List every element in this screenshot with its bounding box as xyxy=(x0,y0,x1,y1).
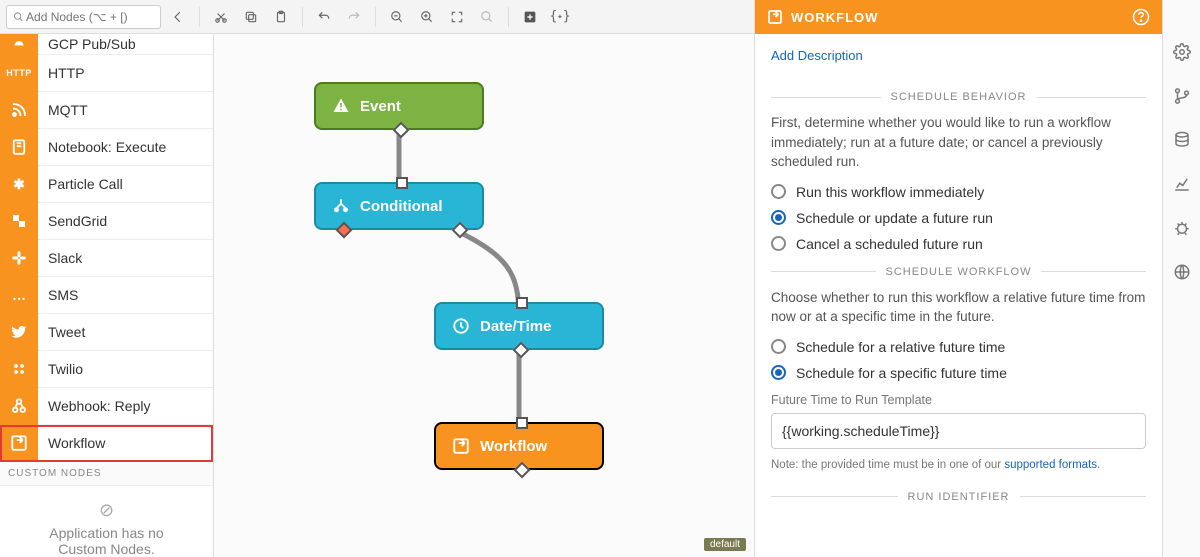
add-description-link[interactable]: Add Description xyxy=(771,48,863,63)
palette-item-label: Workflow xyxy=(38,435,105,451)
schedule-desc: Choose whether to run this workflow a re… xyxy=(771,288,1146,327)
workflow-icon xyxy=(452,437,470,455)
palette-item-label: Particle Call xyxy=(38,176,123,192)
behavior-desc: First, determine whether you would like … xyxy=(771,113,1146,172)
cut-button[interactable] xyxy=(208,4,234,30)
radio-cancel-scheduled[interactable]: Cancel a scheduled future run xyxy=(771,236,1146,252)
redo-button[interactable] xyxy=(341,4,367,30)
palette-item-notebook-execute[interactable]: Notebook: Execute xyxy=(0,129,213,166)
code-braces-button[interactable]: {✦} xyxy=(547,4,573,30)
palette-item-http[interactable]: HTTPHTTP xyxy=(0,55,213,92)
custom-nodes-header: CUSTOM NODES xyxy=(0,462,213,486)
time-format-note: Note: the provided time must be in one o… xyxy=(771,459,1146,471)
slack-icon xyxy=(0,240,38,277)
custom-nodes-empty: ⊘ Application has no Custom Nodes. xyxy=(0,486,213,557)
palette-item-slack[interactable]: Slack xyxy=(0,240,213,277)
node-label: Conditional xyxy=(360,198,443,215)
workflow-icon xyxy=(767,9,783,25)
palette-item-label: Notebook: Execute xyxy=(38,139,166,155)
inspector-panel: WORKFLOW Add Description SCHEDULE BEHAVI… xyxy=(754,0,1162,557)
palette-item-sendgrid[interactable]: SendGrid xyxy=(0,203,213,240)
palette-item-webhook-reply[interactable]: Webhook: Reply xyxy=(0,388,213,425)
branch-icon[interactable] xyxy=(1172,86,1192,106)
particle-icon: ✱ xyxy=(0,166,38,203)
empty-text-2: Custom Nodes. xyxy=(20,541,193,557)
palette-item-label: Webhook: Reply xyxy=(38,398,150,414)
copy-button[interactable] xyxy=(238,4,264,30)
branch-icon xyxy=(332,197,350,215)
palette-item-label: SMS xyxy=(38,287,78,303)
add-nodes-input[interactable] xyxy=(24,9,154,25)
future-time-input[interactable] xyxy=(771,413,1146,449)
palette-item-sms[interactable]: …SMS xyxy=(0,277,213,314)
radio-run-immediately[interactable]: Run this workflow immediately xyxy=(771,184,1146,200)
palette-item-label: MQTT xyxy=(38,102,88,118)
empty-text-1: Application has no xyxy=(20,525,193,541)
gcp-icon xyxy=(0,34,38,55)
default-badge: default xyxy=(704,538,746,551)
radio-relative-time[interactable]: Schedule for a relative future time xyxy=(771,339,1146,355)
search-icon xyxy=(13,11,24,23)
palette-item-twilio[interactable]: Twilio xyxy=(0,351,213,388)
section-header-schedule: SCHEDULE WORKFLOW xyxy=(876,266,1042,278)
back-button[interactable] xyxy=(165,4,191,30)
node-label: Workflow xyxy=(480,438,547,455)
inspector-header: WORKFLOW xyxy=(755,0,1162,34)
node-label: Date/Time xyxy=(480,318,551,335)
sendgrid-icon xyxy=(0,203,38,240)
radio-schedule-future[interactable]: Schedule or update a future run xyxy=(771,210,1146,226)
add-nodes-search[interactable] xyxy=(6,5,161,29)
wifi-icon xyxy=(0,92,38,129)
canvas-node-event[interactable]: Event xyxy=(314,82,484,130)
fit-button[interactable] xyxy=(444,4,470,30)
help-icon[interactable] xyxy=(1132,8,1150,26)
twitter-icon xyxy=(0,314,38,351)
canvas-node-workflow[interactable]: Workflow xyxy=(434,422,604,470)
palette-item-label: SendGrid xyxy=(38,213,107,229)
webhook-icon xyxy=(0,388,38,425)
globe-icon[interactable] xyxy=(1172,262,1192,282)
palette-item-gcp-pub-sub[interactable]: GCP Pub/Sub xyxy=(0,34,213,55)
workflow-canvas[interactable]: Event Conditional Date/Time Workflow def… xyxy=(214,34,754,557)
palette-item-label: Twilio xyxy=(38,361,83,377)
chart-icon[interactable] xyxy=(1172,174,1192,194)
twilio-icon xyxy=(0,351,38,388)
zoom-reset-button[interactable] xyxy=(474,4,500,30)
palette-item-label: HTTP xyxy=(38,65,85,81)
canvas-node-conditional[interactable]: Conditional xyxy=(314,182,484,230)
undo-button[interactable] xyxy=(311,4,337,30)
gear-icon[interactable] xyxy=(1172,42,1192,62)
node-palette: GCP Pub/SubHTTPHTTPMQTTNotebook: Execute… xyxy=(0,34,214,557)
right-icon-rail xyxy=(1162,0,1200,557)
supported-formats-link[interactable]: supported formats xyxy=(1004,459,1097,471)
node-label: Event xyxy=(360,98,401,115)
notebook-icon xyxy=(0,129,38,166)
warning-icon xyxy=(332,97,350,115)
workflow-icon xyxy=(0,425,38,462)
palette-item-label: Tweet xyxy=(38,324,85,340)
http-icon: HTTP xyxy=(0,55,38,92)
palette-item-label: GCP Pub/Sub xyxy=(38,36,136,52)
clock-icon xyxy=(452,317,470,335)
bug-icon[interactable] xyxy=(1172,218,1192,238)
canvas-node-datetime[interactable]: Date/Time xyxy=(434,302,604,350)
sms-icon: … xyxy=(0,277,38,314)
radio-specific-time[interactable]: Schedule for a specific future time xyxy=(771,365,1146,381)
palette-item-workflow[interactable]: Workflow xyxy=(0,425,213,462)
add-node-button[interactable] xyxy=(517,4,543,30)
no-icon: ⊘ xyxy=(20,500,193,521)
palette-item-tweet[interactable]: Tweet xyxy=(0,314,213,351)
palette-item-particle-call[interactable]: ✱Particle Call xyxy=(0,166,213,203)
future-time-label: Future Time to Run Template xyxy=(771,393,1146,407)
paste-button[interactable] xyxy=(268,4,294,30)
zoom-out-button[interactable] xyxy=(384,4,410,30)
inspector-title: WORKFLOW xyxy=(791,10,878,25)
database-icon[interactable] xyxy=(1172,130,1192,150)
section-header-behavior: SCHEDULE BEHAVIOR xyxy=(881,91,1037,103)
section-header-runid: RUN IDENTIFIER xyxy=(898,491,1020,503)
palette-item-label: Slack xyxy=(38,250,82,266)
zoom-in-button[interactable] xyxy=(414,4,440,30)
wires-layer xyxy=(214,34,754,557)
palette-item-mqtt[interactable]: MQTT xyxy=(0,92,213,129)
